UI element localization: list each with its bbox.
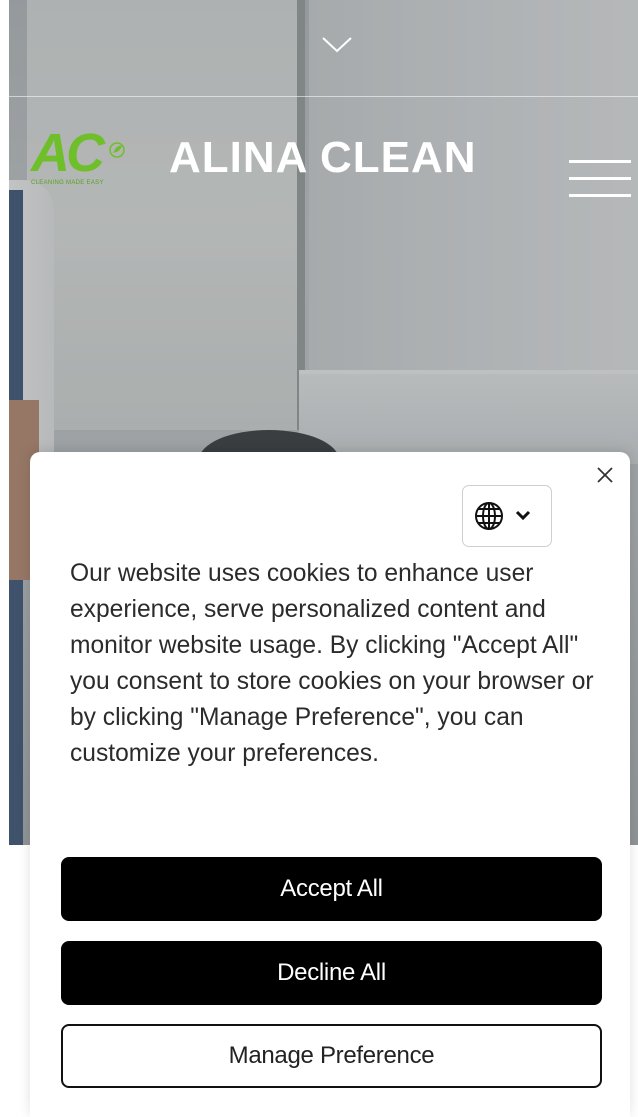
hamburger-line — [569, 160, 631, 163]
leaf-icon — [109, 142, 125, 158]
logo-tagline: CLEANING MADE EASY — [31, 180, 104, 186]
manage-preference-button[interactable]: Manage Preference — [61, 1024, 602, 1088]
globe-icon — [475, 502, 503, 530]
site-name[interactable]: ALINA CLEAN — [169, 130, 477, 186]
close-icon[interactable] — [594, 464, 616, 486]
header-divider — [9, 96, 638, 97]
logo-letters: AC — [31, 123, 105, 183]
chevron-down-icon — [515, 510, 531, 521]
page-left-edge — [0, 0, 9, 1117]
accept-all-button[interactable]: Accept All — [61, 857, 602, 921]
hamburger-menu-icon[interactable] — [569, 160, 631, 200]
chevron-down-icon[interactable] — [319, 32, 355, 56]
cookie-consent-banner: Our website uses cookies to enhance user… — [30, 452, 630, 1117]
hamburger-line — [569, 177, 631, 180]
cookie-message: Our website uses cookies to enhance user… — [70, 560, 594, 767]
language-selector[interactable] — [462, 485, 552, 547]
hamburger-line — [569, 194, 631, 197]
page: AC CLEANING MADE EASY ALINA CLEAN Our we… — [0, 0, 638, 1117]
site-logo[interactable]: AC CLEANING MADE EASY — [29, 122, 135, 192]
decline-all-button[interactable]: Decline All — [61, 941, 602, 1005]
